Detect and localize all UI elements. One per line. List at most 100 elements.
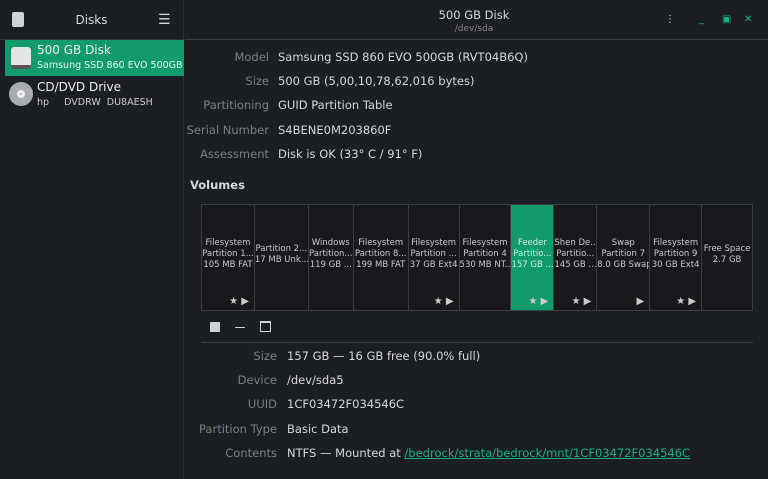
partition-options-icon[interactable] (260, 321, 271, 332)
volume-label: Partition 9 (653, 249, 698, 259)
value-text: Disk is OK (33° C / 91° F) (278, 146, 423, 161)
volume-partition[interactable]: Filesystem Partition 9 30 GB Ext4 ★ ▶ (650, 205, 703, 310)
volume-label: 199 MB FAT (356, 260, 406, 270)
value-text: 500 GB (5,00,10,78,62,016 bytes) (278, 74, 475, 89)
volume-label: Partition ... (410, 249, 457, 259)
mounted-star-play-icon: ★ ▶ (229, 296, 249, 307)
volumes-heading: Volumes (190, 178, 245, 192)
volume-label: Partition 2... (255, 243, 308, 254)
volume-label: Partition 1... (202, 249, 254, 259)
volume-label: Partitio... (513, 249, 552, 259)
volume-label: Windows (311, 238, 350, 248)
field-value: 500 GB (5,00,10,78,62,016 bytes) (278, 74, 474, 88)
hamburger-menu-icon[interactable]: ☰ (158, 12, 171, 28)
sidebar-header: Disks ☰ (0, 0, 183, 40)
volume-label: Shen De... (554, 238, 598, 248)
volume-partition[interactable]: Filesystem Partition 1... 105 MB FAT ★ ▶ (202, 205, 255, 310)
volume-partition[interactable]: Swap Partition 7 8.0 GB Swap ▶ (597, 205, 651, 310)
field-label: Assessment (200, 146, 269, 161)
field-label: Device (237, 373, 277, 388)
mount-point-link[interactable]: /bedrock/strata/bedrock/mnt/1CF03472F034… (404, 446, 690, 460)
disk-name: 500 GB Disk (37, 43, 111, 57)
volume-label: Free Space (703, 243, 751, 254)
volume-partition[interactable]: Filesystem Partition 4 530 MB NT... (460, 205, 512, 310)
field-label: Size (253, 349, 277, 363)
value-text: NTFS — Mounted at (287, 445, 405, 460)
minus-icon[interactable] (235, 327, 245, 328)
volume-label: 37 GB Ext4 (409, 260, 458, 270)
mounted-star-play-icon: ★ ▶ (676, 296, 697, 307)
field-value: NTFS — Mounted at /bedrock/strata/bedroc… (287, 446, 690, 460)
field-label: Model (234, 50, 269, 64)
volume-label: Filesystem (653, 238, 699, 248)
field-value: Disk is OK (33° C / 91° F) (278, 147, 422, 161)
field-value: S4BENE0M203860F (278, 123, 391, 137)
value-text: /dev/sda5 (287, 373, 344, 388)
volume-label: Partition 7 (601, 249, 646, 259)
app-title: Disks (75, 13, 108, 27)
field-value: GUID Partition Table (278, 98, 393, 112)
volume-partition[interactable]: Windows Partition... 119 GB ... (309, 205, 354, 310)
volume-label: 30 GB Ext4 (651, 260, 700, 270)
volume-label: 17 MB Unk... (254, 254, 309, 265)
value-text: Basic Data (287, 421, 349, 436)
stop-icon[interactable] (210, 322, 220, 332)
value-text: 157 GB — 16 GB free (90.0% full) (287, 349, 481, 363)
volume-label: Filesystem (205, 238, 251, 248)
volume-label: Feeder (517, 238, 547, 248)
mounted-star-play-icon: ▶ (636, 296, 645, 307)
kebab-menu-icon[interactable]: ⋮ (665, 14, 675, 25)
field-label: Contents (225, 445, 277, 460)
volume-label: Partition... (309, 249, 353, 259)
volume-label: 8.0 GB Swap (597, 260, 651, 270)
mounted-star-play-icon: ★ ▶ (528, 296, 549, 307)
field-value: 1CF03472F034546C (287, 397, 404, 411)
window-subtitle: /dev/sda (454, 24, 494, 34)
field-value: Basic Data (287, 422, 349, 436)
volumes-map: Filesystem Partition 1... 105 MB FAT ★ ▶ Par… (201, 204, 753, 311)
volume-label: Partitio... (556, 249, 595, 259)
value-text: S4BENE0M203860F (278, 122, 392, 137)
minimize-icon[interactable]: _ (699, 14, 704, 25)
close-icon[interactable]: ✕ (744, 14, 752, 25)
volume-label: 119 GB ... (309, 260, 352, 270)
volume-partition[interactable]: Filesystem Partition ... 37 GB Ext4 ★ ▶ (409, 205, 460, 310)
volume-label: 157 GB ... (511, 260, 554, 270)
volume-partition[interactable]: Shen De... Partitio... 145 GB ... ★ ▶ (554, 205, 598, 310)
field-label: Partitioning (203, 98, 269, 113)
volume-label: Swap (611, 238, 635, 248)
volume-label: Partition 4 (463, 249, 507, 259)
drive-icon (11, 47, 31, 69)
mounted-star-play-icon: ★ ▶ (433, 296, 454, 307)
value-text: Samsung SSD 860 EVO 500GB (RVT04B6Q) (278, 50, 528, 64)
volume-partition[interactable]: Filesystem Partition 8... 199 MB FAT (354, 205, 409, 310)
optical-disc-icon (9, 82, 33, 106)
field-label: Partition Type (199, 421, 277, 436)
volume-label: 105 MB FAT (203, 260, 253, 270)
volume-partition[interactable]: Free Space 2.7 GB (702, 205, 752, 310)
volume-label: 145 GB ... (554, 260, 597, 270)
value-text: 1CF03472F034546C (287, 397, 405, 412)
separator (201, 342, 753, 343)
volume-partition[interactable]: Partition 2... 17 MB Unk... (255, 205, 309, 310)
field-value: Samsung SSD 860 EVO 500GB (RVT04B6Q) (278, 50, 528, 64)
volume-label: Filesystem (358, 238, 404, 248)
disk-model: hp DVDRW DU8AESH (37, 97, 153, 108)
disk-name: CD/DVD Drive (37, 80, 121, 94)
window-title: 500 GB Disk (438, 8, 510, 22)
volume-label: Filesystem (411, 238, 457, 248)
volume-label: Filesystem (462, 238, 508, 248)
field-value: /dev/sda5 (287, 373, 344, 387)
mounted-star-play-icon: ★ ▶ (571, 296, 592, 307)
volume-label: 530 MB NT... (459, 260, 512, 270)
volume-label: Partition 8... (354, 249, 407, 259)
field-label: Serial Number (186, 122, 269, 137)
field-value: 157 GB — 16 GB free (90.0% full) (287, 349, 480, 363)
field-label: UUID (247, 397, 277, 412)
volume-partition[interactable]: Feeder Partitio... 157 GB ... ★ ▶ (511, 205, 555, 310)
value-text: GUID Partition Table (278, 98, 393, 113)
field-label: Size (245, 74, 269, 89)
header-bar: 500 GB Disk /dev/sda ⋮ _ ▣ ✕ (185, 0, 768, 40)
maximize-icon[interactable]: ▣ (722, 14, 731, 25)
volume-label: 2.7 GB (712, 254, 742, 265)
